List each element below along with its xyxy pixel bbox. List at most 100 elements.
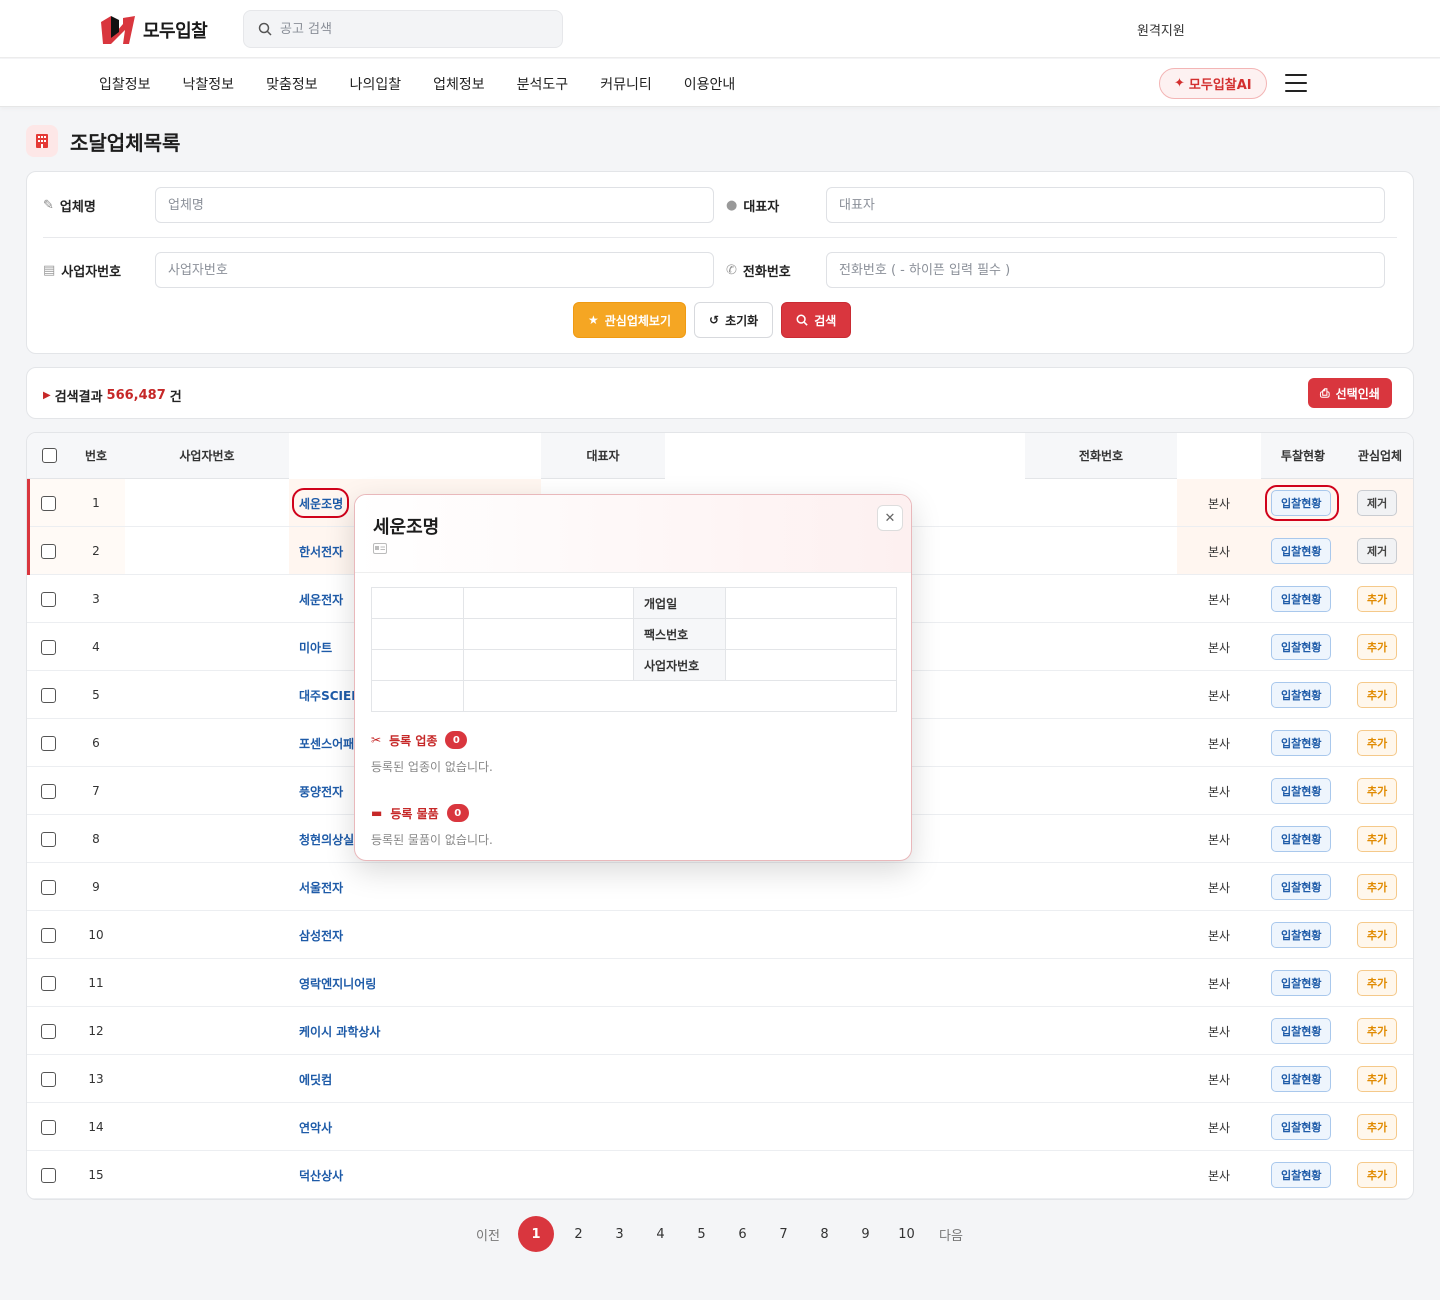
company-name-link[interactable]: 덕산상사 — [299, 1151, 343, 1199]
reset-button[interactable]: ↺ 초기화 — [694, 302, 774, 338]
page-8-button[interactable]: 8 — [804, 1227, 845, 1242]
add-favorite-button[interactable]: 추가 — [1357, 874, 1398, 900]
page-9-button[interactable]: 9 — [845, 1227, 886, 1242]
page-3-button[interactable]: 3 — [599, 1227, 640, 1242]
company-name-link[interactable]: 삼성전자 — [299, 911, 343, 959]
row-checkbox[interactable] — [41, 1151, 56, 1199]
add-favorite-button[interactable]: 추가 — [1357, 730, 1398, 756]
nav-item-analysis-tools[interactable]: 분석도구 — [517, 74, 569, 94]
row-checkbox[interactable] — [41, 1055, 56, 1103]
prev-page-button[interactable]: 이전 — [470, 1225, 506, 1244]
bizno-input[interactable] — [155, 252, 714, 288]
bid-status-button[interactable]: 입찰현황 — [1271, 1114, 1332, 1140]
search-button[interactable]: 검색 — [781, 302, 852, 338]
row-checkbox[interactable] — [41, 479, 56, 527]
info-cell — [725, 649, 897, 681]
bid-status-button[interactable]: 입찰현황 — [1271, 682, 1332, 708]
remove-favorite-button[interactable]: 제거 — [1357, 538, 1398, 564]
add-favorite-button[interactable]: 추가 — [1357, 1066, 1398, 1092]
company-name-link[interactable]: 풍양전자 — [299, 767, 343, 815]
remove-favorite-button[interactable]: 제거 — [1357, 490, 1398, 516]
add-favorite-button[interactable]: 추가 — [1357, 826, 1398, 852]
bid-status-button[interactable]: 입찰현황 — [1271, 1018, 1332, 1044]
row-checkbox[interactable] — [41, 1007, 56, 1055]
company-name-link[interactable]: 세운전자 — [299, 575, 343, 623]
row-checkbox[interactable] — [41, 815, 56, 863]
company-name-link[interactable]: 연악사 — [299, 1103, 332, 1151]
page-1-button[interactable]: 1 — [518, 1216, 554, 1252]
page-10-button[interactable]: 10 — [886, 1227, 927, 1242]
row-checkbox[interactable] — [41, 767, 56, 815]
nav-item-my-bids[interactable]: 나의입찰 — [350, 74, 402, 94]
company-name-link[interactable]: 세운조명 — [299, 479, 343, 527]
page-5-button[interactable]: 5 — [681, 1227, 722, 1242]
bid-status-button[interactable]: 입찰현황 — [1271, 778, 1332, 804]
page-6-button[interactable]: 6 — [722, 1227, 763, 1242]
add-favorite-button[interactable]: 추가 — [1357, 634, 1398, 660]
row-checkbox[interactable] — [41, 959, 56, 1007]
page-2-button[interactable]: 2 — [558, 1227, 599, 1242]
nav-item-custom-info[interactable]: 맞춤정보 — [266, 74, 318, 94]
add-favorite-button[interactable]: 추가 — [1357, 778, 1398, 804]
row-checkbox[interactable] — [41, 575, 56, 623]
add-favorite-button[interactable]: 추가 — [1357, 682, 1398, 708]
bid-status-button[interactable]: 입찰현황 — [1271, 874, 1332, 900]
nav-item-bid-info[interactable]: 입찰정보 — [99, 74, 151, 94]
add-favorite-button[interactable]: 추가 — [1357, 1114, 1398, 1140]
bid-status-button[interactable]: 입찰현황 — [1271, 538, 1332, 564]
row-checkbox[interactable] — [41, 719, 56, 767]
hamburger-menu-icon[interactable] — [1285, 74, 1307, 92]
add-favorite-button[interactable]: 추가 — [1357, 586, 1398, 612]
close-icon[interactable]: ✕ — [877, 505, 903, 531]
favorite-companies-button[interactable]: ★ 관심업체보기 — [573, 302, 687, 338]
print-selected-button[interactable]: ⎙ 선택인쇄 — [1308, 378, 1392, 408]
info-cell — [725, 618, 897, 650]
add-favorite-button[interactable]: 추가 — [1357, 922, 1398, 948]
row-checkbox[interactable] — [41, 863, 56, 911]
page-4-button[interactable]: 4 — [640, 1227, 681, 1242]
bid-status-button[interactable]: 입찰현황 — [1271, 826, 1332, 852]
ceo-input[interactable] — [826, 187, 1385, 223]
bid-status-button[interactable]: 입찰현황 — [1271, 1066, 1332, 1092]
bid-status-button[interactable]: 입찰현황 — [1271, 922, 1332, 948]
nav-item-company-info[interactable]: 업체정보 — [433, 74, 485, 94]
next-page-button[interactable]: 다음 — [933, 1225, 969, 1244]
row-checkbox[interactable] — [41, 911, 56, 959]
row-checkbox[interactable] — [41, 671, 56, 719]
add-favorite-button[interactable]: 추가 — [1357, 1018, 1398, 1044]
company-name-input[interactable] — [155, 187, 714, 223]
bid-status-button[interactable]: 입찰현황 — [1271, 1162, 1332, 1188]
company-name-link[interactable]: 청현의상실 — [299, 815, 354, 863]
row-checkbox[interactable] — [41, 623, 56, 671]
company-name-link[interactable]: 에딧컴 — [299, 1055, 332, 1103]
company-name-link[interactable]: 한서전자 — [299, 527, 343, 575]
company-name-link[interactable]: 포센스어패 — [299, 719, 354, 767]
bid-status-button[interactable]: 입찰현황 — [1271, 586, 1332, 612]
nav-item-award-info[interactable]: 낙찰정보 — [183, 74, 235, 94]
search-input[interactable] — [280, 21, 540, 37]
company-name-link[interactable]: 대주SCIEN — [299, 671, 361, 719]
ai-button[interactable]: ✦ 모두입찰AI — [1159, 68, 1267, 99]
select-all-checkbox[interactable] — [41, 433, 57, 479]
nav-item-guide[interactable]: 이용안내 — [684, 74, 736, 94]
row-number: 5 — [92, 688, 100, 702]
brand-logo[interactable]: 모두입찰 — [99, 14, 208, 46]
search-box[interactable] — [243, 10, 563, 48]
nav-item-community[interactable]: 커뮤니티 — [600, 74, 652, 94]
bid-status-button[interactable]: 입찰현황 — [1271, 490, 1332, 516]
bid-status-button[interactable]: 입찰현황 — [1271, 634, 1332, 660]
company-name-link[interactable]: 영락엔지니어링 — [299, 959, 376, 1007]
remote-support-link[interactable]: 원격지원 — [1137, 20, 1185, 39]
company-name-link[interactable]: 서울전자 — [299, 863, 343, 911]
phone-input[interactable] — [826, 252, 1385, 288]
bid-status-button[interactable]: 입찰현황 — [1271, 970, 1332, 996]
page-7-button[interactable]: 7 — [763, 1227, 804, 1242]
row-checkbox[interactable] — [41, 1103, 56, 1151]
add-favorite-button[interactable]: 추가 — [1357, 970, 1398, 996]
bid-status-button[interactable]: 입찰현황 — [1271, 730, 1332, 756]
info-cell — [371, 680, 464, 712]
add-favorite-button[interactable]: 추가 — [1357, 1162, 1398, 1188]
row-checkbox[interactable] — [41, 527, 56, 575]
company-name-link[interactable]: 케이시 과학상사 — [299, 1007, 380, 1055]
company-name-link[interactable]: 미아트 — [299, 623, 332, 671]
